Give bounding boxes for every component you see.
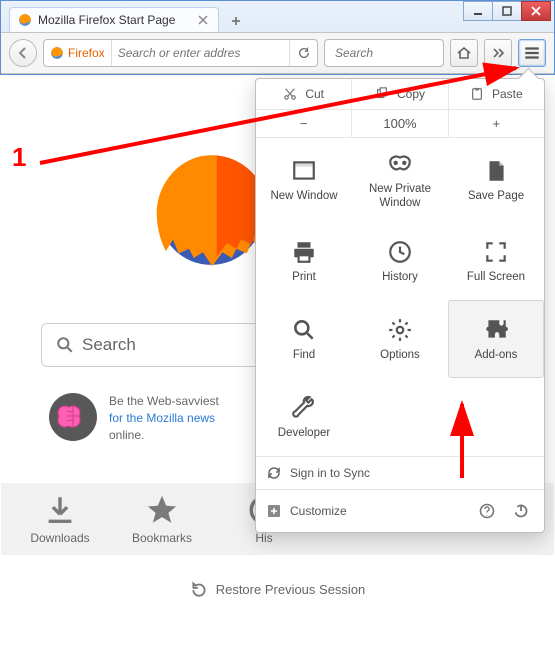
menu-new-private-window[interactable]: New Private Window xyxy=(352,138,448,222)
menu-history-label: History xyxy=(382,271,418,285)
close-button[interactable] xyxy=(521,1,551,21)
tab-close-icon[interactable] xyxy=(196,13,210,27)
launcher-downloads[interactable]: Downloads xyxy=(21,493,99,545)
app-menu-panel: Cut Copy Paste − 100% + New Window New P… xyxy=(255,78,545,533)
sync-icon xyxy=(266,465,282,481)
reload-button[interactable] xyxy=(289,40,317,66)
launcher-bookmarks-label: Bookmarks xyxy=(132,531,192,545)
home-button[interactable] xyxy=(450,39,478,67)
newtab-button[interactable] xyxy=(225,10,247,32)
menu-new-window-label: New Window xyxy=(270,190,337,204)
menu-help[interactable] xyxy=(474,498,500,524)
menu-cut-label: Cut xyxy=(305,87,324,101)
maximize-button[interactable] xyxy=(492,1,522,21)
launcher-bookmarks[interactable]: Bookmarks xyxy=(123,493,201,545)
menu-options[interactable]: Options xyxy=(352,300,448,378)
menu-find-label: Find xyxy=(293,349,315,363)
zoom-out[interactable]: − xyxy=(256,110,351,137)
start-search-placeholder: Search xyxy=(82,335,136,355)
menu-addons[interactable]: Add-ons xyxy=(448,300,544,378)
restore-session[interactable]: Restore Previous Session xyxy=(1,568,554,610)
menu-find[interactable]: Find xyxy=(256,300,352,378)
hamburger-menu-button[interactable] xyxy=(518,39,546,67)
tab-title: Mozilla Firefox Start Page xyxy=(38,13,175,27)
menu-copy-label: Copy xyxy=(397,87,425,101)
newsletter-link[interactable]: for the Mozilla news xyxy=(109,411,215,425)
menu-customize-label: Customize xyxy=(290,504,347,518)
menu-quit[interactable] xyxy=(508,498,534,524)
identity-label: Firefox xyxy=(68,46,105,60)
menu-paste-label: Paste xyxy=(492,87,523,101)
launcher-history-label: His xyxy=(255,531,272,545)
menu-full-screen[interactable]: Full Screen xyxy=(448,222,544,300)
menu-new-private-window-label: New Private Window xyxy=(357,183,443,211)
window-controls xyxy=(464,1,551,21)
newsletter-text-3: online. xyxy=(109,428,144,442)
annotation-number-1: 1 xyxy=(12,142,26,173)
url-input[interactable] xyxy=(112,40,289,66)
menu-save-page-label: Save Page xyxy=(468,190,524,204)
newsletter-promo: Be the Web-savviest for the Mozilla news… xyxy=(49,393,219,443)
firefox-icon xyxy=(18,13,32,27)
brain-icon xyxy=(49,393,97,441)
menu-print-label: Print xyxy=(292,271,316,285)
menu-new-window[interactable]: New Window xyxy=(256,138,352,222)
cut-icon xyxy=(283,87,297,101)
search-bar[interactable] xyxy=(324,39,444,67)
menu-history[interactable]: History xyxy=(352,222,448,300)
minimize-button[interactable] xyxy=(463,1,493,21)
menu-sync-label: Sign in to Sync xyxy=(290,466,370,480)
menu-addons-label: Add-ons xyxy=(475,349,518,363)
menu-developer-label: Developer xyxy=(278,427,330,441)
newsletter-text-1: Be the Web-savviest xyxy=(109,394,219,408)
search-icon xyxy=(56,336,74,354)
paste-icon xyxy=(470,87,484,101)
menu-sync[interactable]: Sign in to Sync xyxy=(256,457,544,489)
menu-cut[interactable]: Cut xyxy=(256,79,351,109)
identity-box[interactable]: Firefox xyxy=(44,40,112,66)
zoom-in[interactable]: + xyxy=(448,110,544,137)
nav-toolbar: Firefox xyxy=(1,32,554,74)
menu-print[interactable]: Print xyxy=(256,222,352,300)
restore-session-label: Restore Previous Session xyxy=(216,582,366,597)
tab-active[interactable]: Mozilla Firefox Start Page xyxy=(9,7,219,32)
menu-options-label: Options xyxy=(380,349,420,363)
plus-box-icon xyxy=(266,503,282,519)
url-bar[interactable]: Firefox xyxy=(43,39,318,67)
menu-full-screen-label: Full Screen xyxy=(467,271,525,285)
menu-paste[interactable]: Paste xyxy=(448,79,544,109)
menu-customize[interactable]: Customize xyxy=(266,503,347,519)
copy-icon xyxy=(375,87,389,101)
zoom-level[interactable]: 100% xyxy=(351,110,447,137)
menu-developer[interactable]: Developer xyxy=(256,378,352,456)
launcher-downloads-label: Downloads xyxy=(30,531,89,545)
back-button[interactable] xyxy=(9,39,37,67)
menu-save-page[interactable]: Save Page xyxy=(448,138,544,222)
menu-copy[interactable]: Copy xyxy=(351,79,447,109)
overflow-button[interactable] xyxy=(484,39,512,67)
restore-icon xyxy=(190,580,208,598)
